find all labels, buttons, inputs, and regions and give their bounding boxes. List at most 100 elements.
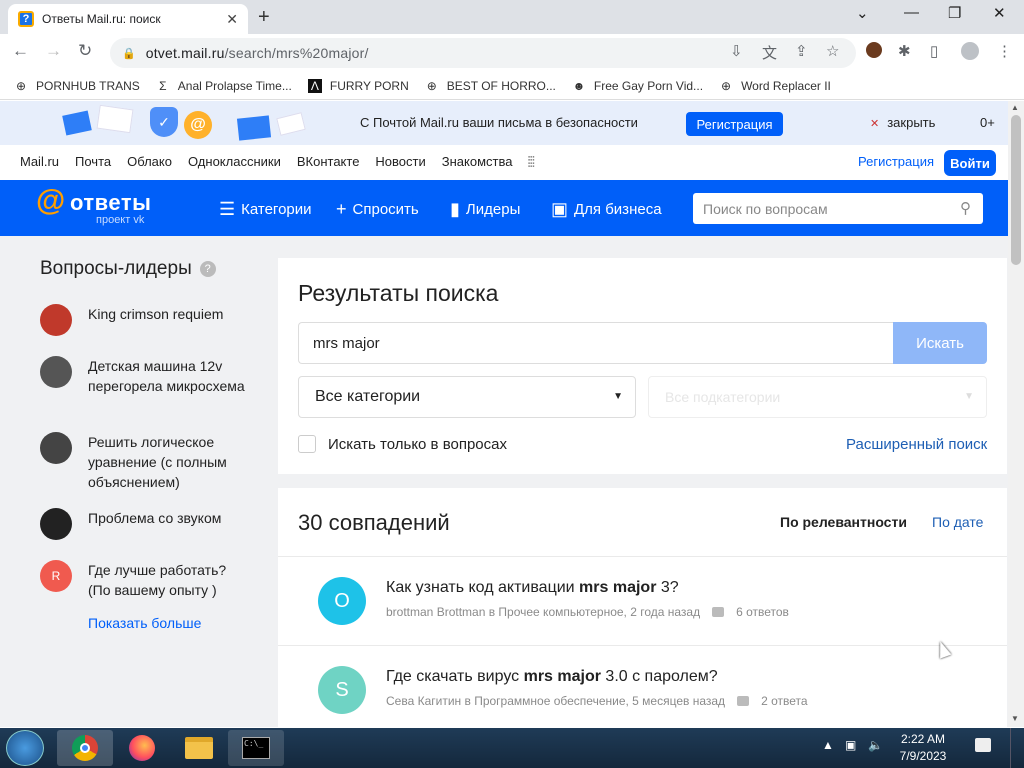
globe-icon: ⊕ xyxy=(426,78,437,93)
forward-arrow-icon[interactable]: → xyxy=(45,41,62,61)
leader-question[interactable]: R Где лучше работать? (По вашему опыту ) xyxy=(40,560,248,600)
nav-link-news[interactable]: Новости xyxy=(375,154,425,169)
page-title: Результаты поиска xyxy=(298,280,499,306)
login-button[interactable]: Войти xyxy=(944,150,996,176)
close-window-button[interactable]: ✕ xyxy=(993,4,1006,22)
browser-tab[interactable]: ? Ответы Mail.ru: поиск ✕ xyxy=(8,4,248,34)
avatar: R xyxy=(40,560,72,592)
share-icon[interactable]: ⇪ xyxy=(795,42,808,60)
nav-link-cloud[interactable]: Облако xyxy=(127,154,172,169)
nav-link-mail[interactable]: Почта xyxy=(75,154,111,169)
close-tab-icon[interactable]: ✕ xyxy=(226,11,238,28)
scroll-up-icon[interactable]: ▲ xyxy=(1011,103,1019,112)
bookmark-item[interactable]: Λ FURRY PORN xyxy=(307,78,409,93)
translate-icon[interactable]: 文 xyxy=(762,42,777,63)
bookmark-item[interactable]: ⊕ PORNHUB TRANS xyxy=(14,79,140,93)
divider xyxy=(278,556,1007,557)
envelope-icon xyxy=(276,112,306,136)
bookmark-item[interactable]: ☻ Free Gay Porn Vid... xyxy=(572,79,704,93)
plus-icon: + xyxy=(336,199,347,219)
nav-link-ok[interactable]: Одноклассники xyxy=(188,154,281,169)
header-nav-leaders[interactable]: ▮ Лидеры xyxy=(450,199,520,220)
network-icon[interactable]: ▣ xyxy=(845,738,856,752)
register-link[interactable]: Регистрация xyxy=(858,154,934,169)
search-query-input[interactable]: mrs major xyxy=(298,322,894,364)
leader-question[interactable]: Проблема со звуком xyxy=(40,508,248,540)
bookmark-item[interactable]: ⊕ BEST OF HORRO... xyxy=(425,79,556,93)
address-bar[interactable]: 🔒 otvet.mail.ru/search/mrs%20major/ xyxy=(110,38,856,68)
leader-question[interactable]: King crimson requiem xyxy=(40,304,248,336)
profile-icon[interactable] xyxy=(961,42,979,60)
nav-link-mailru[interactable]: Mail.ru xyxy=(20,154,59,169)
mail-promo-banner: ✓ @ С Почтой Mail.ru ваши письма в безоп… xyxy=(0,101,1008,145)
back-arrow-icon[interactable]: ← xyxy=(12,41,29,61)
dropdown-arrow-icon: ▼ xyxy=(613,391,623,402)
result-meta: Сева Кагитин в Программное обеспечение, … xyxy=(386,694,808,708)
extensions-puzzle-icon[interactable]: ✱ xyxy=(898,42,911,60)
sort-relevance[interactable]: По релевантности xyxy=(780,514,907,530)
scroll-down-icon[interactable]: ▼ xyxy=(1011,714,1019,723)
results-card: 30 совпадений По релевантности По дате O… xyxy=(278,488,1007,727)
search-icon[interactable]: ⚲ xyxy=(960,199,971,217)
avatar xyxy=(40,304,72,336)
otvet-header: @ ответы проект vk ☰ Категории + Спросить … xyxy=(0,180,1008,236)
scrollbar-thumb[interactable] xyxy=(1011,115,1021,265)
header-nav-categories[interactable]: ☰ Категории xyxy=(219,199,312,220)
bookmark-item[interactable]: Σ Anal Prolapse Time... xyxy=(156,79,292,93)
explorer-taskbar-button[interactable] xyxy=(171,730,227,766)
volume-icon[interactable]: 🔈 xyxy=(868,738,883,752)
url-path: /search/mrs%20major/ xyxy=(224,45,369,61)
leader-question[interactable]: Решить логическое уравнение (с полным об… xyxy=(40,432,248,492)
category-select[interactable]: Все категории ▼ xyxy=(298,376,636,418)
bookmark-item[interactable]: ⊕ Word Replacer II xyxy=(719,79,831,93)
install-icon[interactable]: ⇩ xyxy=(730,42,743,60)
tray-expand-icon[interactable]: ▲ xyxy=(822,738,834,752)
chrome-taskbar-button[interactable] xyxy=(57,730,113,766)
help-icon[interactable]: ? xyxy=(199,261,216,277)
leader-question[interactable]: Детская машина 12v перегорела микросхема xyxy=(40,356,248,396)
comment-icon xyxy=(737,696,750,706)
menu-dots-icon[interactable]: ⋮ xyxy=(997,42,1012,60)
cmd-taskbar-button[interactable]: C:\_ xyxy=(228,730,284,766)
result-question-link[interactable]: Как узнать код активации mrs major 3? xyxy=(386,579,679,597)
results-count: 30 совпадений xyxy=(298,510,450,535)
age-rating: 0+ xyxy=(980,115,995,130)
sort-date[interactable]: По дате xyxy=(932,514,983,530)
header-search-input[interactable]: Поиск по вопросам ⚲ xyxy=(693,193,983,224)
subcategory-select[interactable]: Все подкатегории ▼ xyxy=(648,376,987,418)
header-nav-ask[interactable]: + Спросить xyxy=(336,199,419,220)
nav-link-dating[interactable]: Знакомства xyxy=(442,154,513,169)
firefox-taskbar-button[interactable] xyxy=(114,730,170,766)
notification-icon[interactable] xyxy=(975,738,991,752)
banner-register-button[interactable]: Регистрация xyxy=(686,112,783,136)
side-panel-icon[interactable]: ▯ xyxy=(930,42,938,60)
nav-link-vk[interactable]: ВКонтакте xyxy=(297,154,360,169)
clock-date: 7/9/2023 xyxy=(899,749,947,763)
reload-icon[interactable]: ↻ xyxy=(78,41,92,61)
only-questions-checkbox[interactable] xyxy=(298,435,316,453)
show-more-link[interactable]: Показать больше xyxy=(88,615,201,631)
result-question-link[interactable]: Где скачать вирус mrs major 3.0 с пароле… xyxy=(386,668,718,686)
windows-taskbar: C:\_ ▲ ▣ 🔈 2:22 AM 7/9/2023 xyxy=(0,728,1024,768)
lock-icon: 🔒 xyxy=(122,47,136,60)
tab-search-chevron-icon[interactable]: ⌄ xyxy=(856,4,869,22)
chrome-icon xyxy=(72,735,98,761)
apps-grid-icon[interactable]: ⁞⁞⁞ xyxy=(527,154,535,171)
show-desktop-button[interactable] xyxy=(1010,728,1024,768)
bookmark-star-icon[interactable]: ☆ xyxy=(826,42,839,60)
folder-icon xyxy=(185,737,213,759)
envelope-icon xyxy=(96,104,134,134)
minimize-button[interactable]: — xyxy=(904,4,919,21)
new-tab-button[interactable]: + xyxy=(258,6,270,29)
globe-icon: ⊕ xyxy=(721,78,732,93)
only-questions-label[interactable]: Искать только в вопросах xyxy=(328,436,507,453)
restore-button[interactable]: ❐ xyxy=(948,4,961,22)
extension-avatar-icon[interactable] xyxy=(866,42,882,58)
advanced-search-link[interactable]: Расширенный поиск xyxy=(846,436,987,453)
start-button[interactable] xyxy=(6,730,44,766)
taskbar-clock[interactable]: 2:22 AM 7/9/2023 xyxy=(888,731,958,765)
banner-close-button[interactable]: ✕ закрыть xyxy=(870,115,935,130)
header-nav-business[interactable]: ▣ Для бизнеса xyxy=(551,199,662,220)
bar-chart-icon: ▮ xyxy=(450,199,460,219)
search-button[interactable]: Искать xyxy=(893,322,987,364)
